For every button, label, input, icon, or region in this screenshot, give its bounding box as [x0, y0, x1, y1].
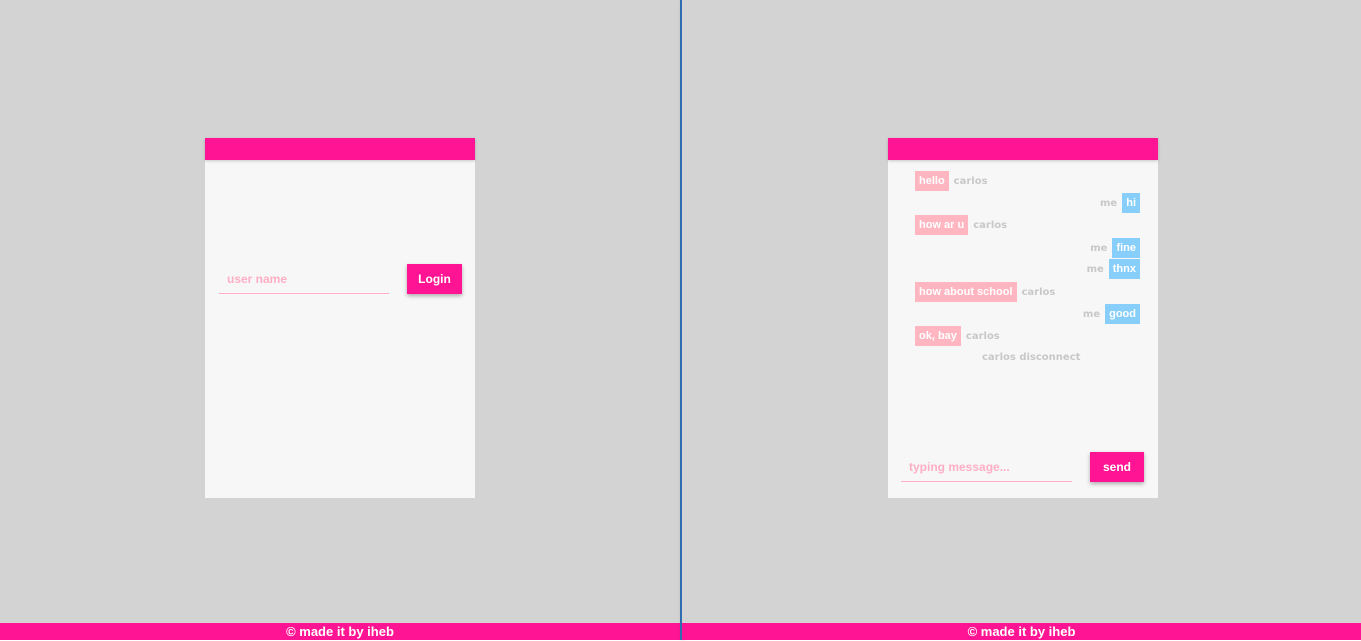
chat-card-header	[888, 138, 1158, 160]
footer-credit-right: © made it by iheb	[682, 623, 1361, 640]
login-card-header	[205, 138, 475, 160]
message-row: me fine	[1090, 238, 1140, 258]
send-button[interactable]: send	[1090, 452, 1144, 482]
message-bubble: good	[1105, 304, 1140, 324]
message-bubble: how ar u	[915, 215, 969, 235]
message-bubble: thnx	[1108, 259, 1140, 279]
message-row: me hi	[1100, 193, 1140, 213]
message-row: me good	[1083, 304, 1140, 324]
login-button[interactable]: Login	[407, 264, 462, 294]
chat-window: hello carlos me hi how ar u carlos me fi…	[682, 0, 1361, 640]
message-input[interactable]	[901, 452, 1072, 482]
message-row: me thnx	[1087, 259, 1140, 279]
message-row: ok, bay carlos	[915, 326, 1000, 346]
message-sender: carlos	[965, 330, 1000, 342]
message-bubble: how about school	[915, 282, 1017, 302]
message-row: how about school carlos	[915, 282, 1055, 302]
message-sender: me	[1090, 242, 1108, 254]
chat-card: hello carlos me hi how ar u carlos me fi…	[888, 138, 1158, 498]
message-bubble: fine	[1112, 238, 1140, 258]
message-bubble: hi	[1122, 193, 1140, 213]
message-bubble: hello	[915, 171, 949, 191]
footer-credit-left: © made it by iheb	[0, 623, 680, 640]
message-sender: me	[1082, 308, 1101, 320]
message-sender: carlos	[973, 219, 1008, 231]
message-sender: me	[1100, 197, 1118, 209]
message-sender: me	[1086, 263, 1104, 275]
login-window: Login © made it by iheb	[0, 0, 680, 640]
login-card: Login	[205, 138, 475, 498]
message-sender: carlos	[1021, 286, 1056, 298]
message-bubble: ok, bay	[915, 326, 961, 346]
message-row: how ar u carlos	[915, 215, 1007, 235]
disconnect-notice: carlos disconnect	[982, 352, 1081, 363]
message-row: hello carlos	[915, 171, 988, 191]
username-input[interactable]	[219, 264, 389, 294]
message-sender: carlos	[953, 175, 988, 187]
